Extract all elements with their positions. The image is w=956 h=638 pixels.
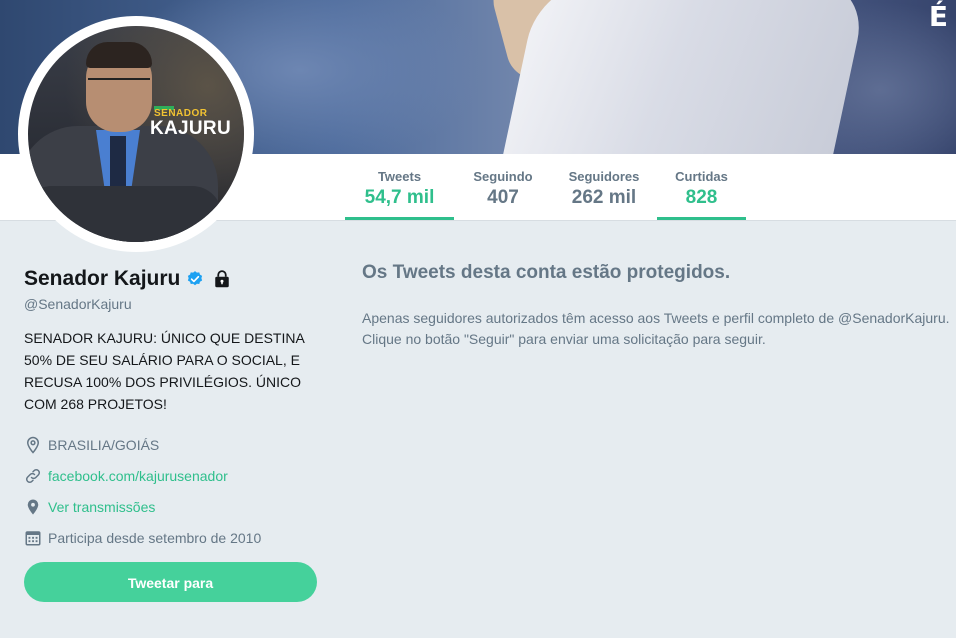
nav-likes[interactable]: Curtidas 828 xyxy=(657,154,746,220)
profile-broadcasts[interactable]: Ver transmissões xyxy=(24,491,324,522)
avatar-badge-name: KAJURU xyxy=(150,118,231,139)
link-icon xyxy=(25,468,41,483)
profile-location: BRASILIA/GOIÁS xyxy=(24,429,324,460)
avatar-photo: SENADOR KAJURU xyxy=(28,26,244,242)
nav-following[interactable]: Seguindo 407 xyxy=(458,154,548,220)
verified-icon xyxy=(188,271,203,286)
profile-website-link[interactable]: facebook.com/kajurusenador xyxy=(48,468,228,484)
profile-name-row: Senador Kajuru xyxy=(24,266,324,292)
profile-broadcasts-link[interactable]: Ver transmissões xyxy=(48,499,155,515)
protected-notice: Os Tweets desta conta estão protegidos. … xyxy=(362,262,952,350)
nav-tweets[interactable]: Tweets 54,7 mil xyxy=(345,154,454,220)
profile-location-text: BRASILIA/GOIÁS xyxy=(48,436,160,453)
nav-tweets-label: Tweets xyxy=(377,169,422,184)
nav-likes-count: 828 xyxy=(685,187,718,208)
profile-joined: Participa desde setembro de 2010 xyxy=(24,522,324,553)
protected-title: Os Tweets desta conta estão protegidos. xyxy=(362,262,731,283)
nav-followers-label: Seguidores xyxy=(568,169,640,184)
profile-avatar[interactable]: SENADOR KAJURU xyxy=(18,16,254,252)
profile-bio: SENADOR KAJURU: ÚNICO QUE DESTINA 50% DE… xyxy=(24,330,305,412)
location-icon xyxy=(26,436,40,454)
profile-card: Senador Kajuru @SenadorKajuru SENADOR KA… xyxy=(24,266,324,553)
profile-handle[interactable]: @SenadorKajuru xyxy=(24,296,324,312)
banner-logo: É xyxy=(928,0,948,33)
nav-following-count: 407 xyxy=(487,187,519,208)
banner-figure xyxy=(499,0,871,154)
broadcast-icon xyxy=(27,499,39,514)
nav-followers[interactable]: Seguidores 262 mil xyxy=(556,154,652,220)
nav-likes-label: Curtidas xyxy=(675,169,728,184)
protected-message: Apenas seguidores autorizados têm acesso… xyxy=(362,310,950,347)
profile-website[interactable]: facebook.com/kajurusenador xyxy=(24,460,324,491)
tweet-to-button[interactable]: Tweetar para xyxy=(24,562,317,602)
calendar-icon xyxy=(25,530,41,545)
profile-meta: BRASILIA/GOIÁS facebook.com/kajurusenado… xyxy=(24,429,324,553)
profile-joined-text: Participa desde setembro de 2010 xyxy=(48,529,262,546)
nav-tweets-count: 54,7 mil xyxy=(364,187,435,208)
nav-following-label: Seguindo xyxy=(473,169,533,184)
lock-icon xyxy=(215,270,230,288)
profile-name[interactable]: Senador Kajuru xyxy=(24,267,180,291)
nav-followers-count: 262 mil xyxy=(571,187,637,208)
